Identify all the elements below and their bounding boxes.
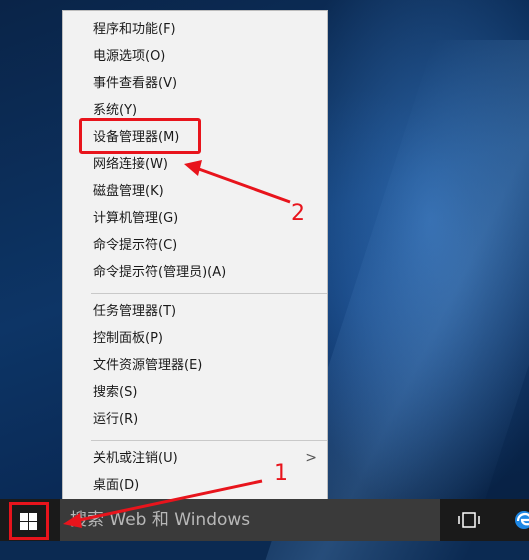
- menu-item-command-prompt[interactable]: 命令提示符(C): [63, 232, 327, 259]
- menu-item-event-viewer[interactable]: 事件查看器(V): [63, 70, 327, 97]
- highlight-device-manager: [79, 118, 201, 154]
- menu-item-label: 桌面(D): [93, 478, 140, 493]
- menu-item-label: 任务管理器(T): [93, 304, 177, 319]
- taskbar-search-box[interactable]: 搜索 Web 和 Windows: [60, 499, 440, 541]
- winx-context-menu: 程序和功能(F) 电源选项(O) 事件查看器(V) 系统(Y) 设备管理器(M)…: [62, 10, 328, 500]
- menu-item-label: 文件资源管理器(E): [93, 358, 203, 373]
- taskbar: 搜索 Web 和 Windows: [0, 499, 529, 541]
- search-placeholder: 搜索 Web 和 Windows: [70, 510, 251, 530]
- menu-item-label: 磁盘管理(K): [93, 184, 164, 199]
- menu-item-label: 电源选项(O): [93, 49, 166, 64]
- edge-browser-icon[interactable]: [514, 510, 529, 530]
- chevron-right-icon: >: [305, 450, 317, 466]
- menu-item-label: 程序和功能(F): [93, 22, 176, 37]
- annotation-number-1: 1: [274, 461, 288, 486]
- menu-item-label: 命令提示符(C): [93, 238, 178, 253]
- menu-item-label: 事件查看器(V): [93, 76, 178, 91]
- menu-item-disk-management[interactable]: 磁盘管理(K): [63, 178, 327, 205]
- menu-item-run[interactable]: 运行(R): [63, 406, 327, 433]
- menu-separator: [91, 440, 327, 441]
- menu-item-label: 网络连接(W): [93, 157, 168, 172]
- menu-item-programs-features[interactable]: 程序和功能(F): [63, 16, 327, 43]
- annotation-number-2: 2: [291, 201, 305, 226]
- menu-separator: [91, 293, 327, 294]
- menu-item-file-explorer[interactable]: 文件资源管理器(E): [63, 352, 327, 379]
- menu-item-control-panel[interactable]: 控制面板(P): [63, 325, 327, 352]
- menu-item-label: 计算机管理(G): [93, 211, 179, 226]
- menu-item-label: 运行(R): [93, 412, 139, 427]
- task-view-icon[interactable]: [458, 512, 480, 528]
- menu-item-network-connections[interactable]: 网络连接(W): [63, 151, 327, 178]
- menu-item-label: 关机或注销(U): [93, 451, 178, 466]
- menu-item-command-prompt-admin[interactable]: 命令提示符(管理员)(A): [63, 259, 327, 286]
- menu-item-computer-management[interactable]: 计算机管理(G): [63, 205, 327, 232]
- menu-item-task-manager[interactable]: 任务管理器(T): [63, 298, 327, 325]
- highlight-start-button: [9, 502, 49, 540]
- menu-item-label: 控制面板(P): [93, 331, 163, 346]
- menu-item-search[interactable]: 搜索(S): [63, 379, 327, 406]
- menu-item-label: 命令提示符(管理员)(A): [93, 265, 227, 280]
- menu-item-power-options[interactable]: 电源选项(O): [63, 43, 327, 70]
- menu-item-label: 搜索(S): [93, 385, 138, 400]
